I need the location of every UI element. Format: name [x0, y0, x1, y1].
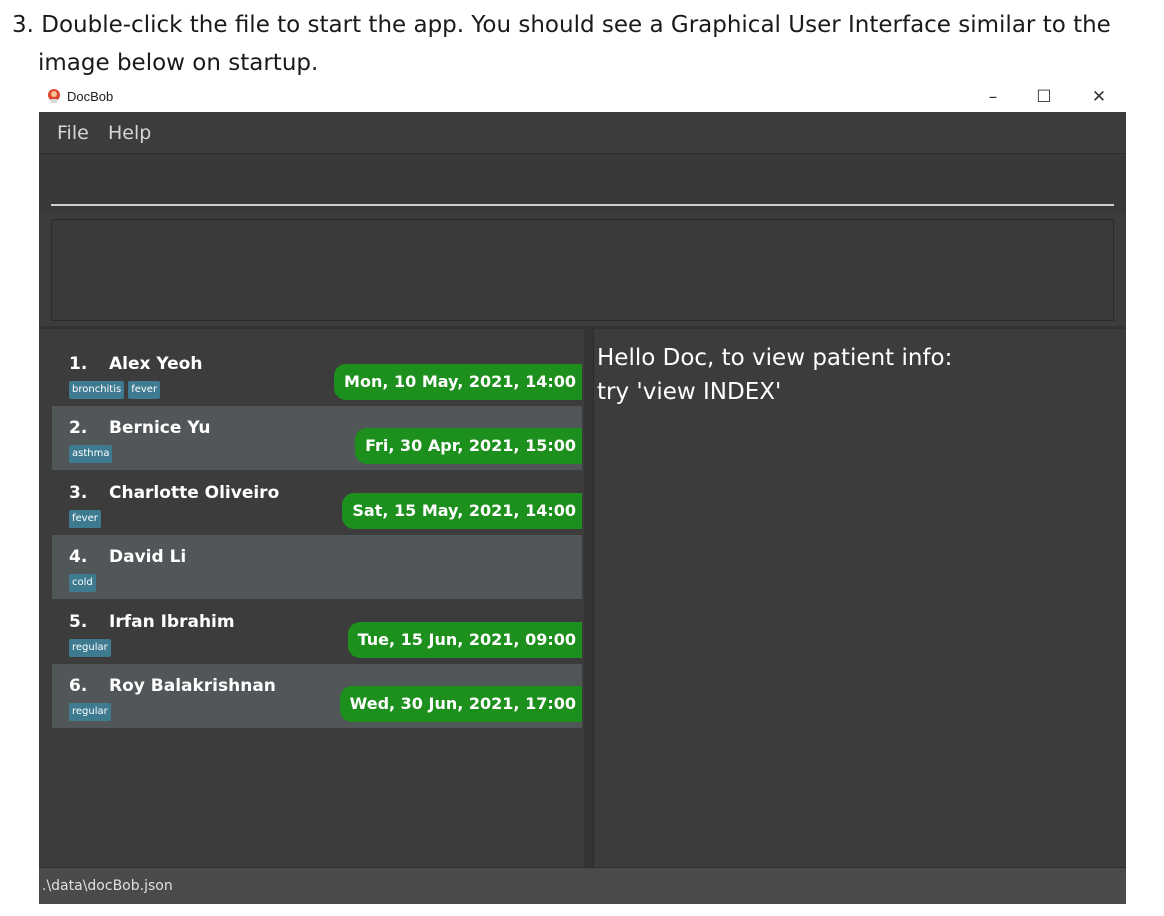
appointment-badge: Tue, 15 Jun, 2021, 09:00 [347, 622, 582, 658]
condition-tag: cold [69, 574, 96, 592]
appointment-badge: Fri, 30 Apr, 2021, 15:00 [355, 428, 582, 464]
menu-file[interactable]: File [57, 122, 89, 144]
minimize-button[interactable]: – [971, 84, 1015, 110]
patient-detail-panel: Hello Doc, to view patient info: try 'vi… [593, 326, 1126, 867]
condition-tag: regular [69, 639, 111, 657]
patient-name: Charlotte Oliveiro [109, 483, 280, 503]
condition-tag: fever [128, 381, 161, 399]
patient-tags: regular [69, 703, 111, 721]
command-input[interactable] [51, 168, 1114, 206]
patient-index: 1. [69, 354, 88, 374]
patient-index: 2. [69, 418, 88, 438]
patient-name: David Li [109, 547, 187, 567]
patient-tags: asthma [69, 445, 113, 463]
patient-card[interactable]: 2. Bernice Yu asthma Fri, 30 Apr, 2021, 15:… [52, 406, 582, 470]
instruction-line-2: image below on startup. [38, 50, 319, 76]
welcome-message: Hello Doc, to view patient info: try 'vi… [597, 341, 1117, 409]
title-bar[interactable]: DocBob – ☐ ✕ [39, 82, 1126, 112]
menu-bar: File Help [39, 112, 1126, 153]
close-button[interactable]: ✕ [1077, 84, 1121, 110]
appointment-badge: Wed, 30 Jun, 2021, 17:00 [339, 686, 582, 722]
menu-help[interactable]: Help [108, 122, 151, 144]
patient-index: 3. [69, 483, 88, 503]
window-title: DocBob [67, 89, 114, 104]
patient-name: Irfan Ibrahim [109, 612, 235, 632]
patient-card[interactable]: 6. Roy Balakrishnan regular Wed, 30 Jun, 20… [52, 664, 582, 728]
patient-index: 5. [69, 612, 88, 632]
patient-list-panel[interactable]: 1. Alex Yeoh bronchitis fever Mon, 10 May, 2… [39, 326, 584, 867]
welcome-line-1: Hello Doc, to view patient info: [597, 345, 953, 371]
patient-index: 6. [69, 676, 88, 696]
status-bar: .\data\docBob.json [39, 867, 1126, 904]
instruction-text: 3. Double-click the file to start the ap… [12, 6, 1152, 82]
condition-tag: bronchitis [69, 381, 125, 399]
patient-tags: fever [69, 510, 101, 528]
patient-tags: bronchitis fever [69, 381, 161, 399]
appointment-badge: Mon, 10 May, 2021, 14:00 [334, 364, 582, 400]
welcome-line-2: try 'view INDEX' [597, 379, 782, 405]
maximize-button[interactable]: ☐ [1022, 84, 1066, 110]
patient-name: Bernice Yu [109, 418, 211, 438]
appointment-badge: Sat, 15 May, 2021, 14:00 [342, 493, 582, 529]
condition-tag: regular [69, 703, 111, 721]
patient-card[interactable]: 5. Irfan Ibrahim regular Tue, 15 Jun, 2021,… [52, 600, 582, 664]
patient-name: Roy Balakrishnan [109, 676, 276, 696]
condition-tag: fever [69, 510, 101, 528]
patient-card[interactable]: 1. Alex Yeoh bronchitis fever Mon, 10 May, 2… [52, 342, 582, 406]
patient-tags: cold [69, 574, 96, 592]
docbob-window: DocBob – ☐ ✕ File Help 1. Alex Yeoh bronch… [39, 82, 1126, 904]
condition-tag: asthma [69, 445, 113, 463]
patient-tags: regular [69, 639, 111, 657]
patient-card[interactable]: 3. Charlotte Oliveiro fever Sat, 15 May, 20… [52, 471, 582, 535]
app-icon [48, 89, 60, 103]
command-box [39, 153, 1126, 213]
patient-card[interactable]: 4. David Li cold [52, 535, 582, 599]
instruction-line-1: 3. Double-click the file to start the ap… [12, 12, 1111, 38]
patient-index: 4. [69, 547, 88, 567]
patient-name: Alex Yeoh [109, 354, 203, 374]
result-display [51, 219, 1114, 321]
data-file-path: .\data\docBob.json [42, 878, 173, 894]
split-pane-divider[interactable] [584, 326, 593, 867]
